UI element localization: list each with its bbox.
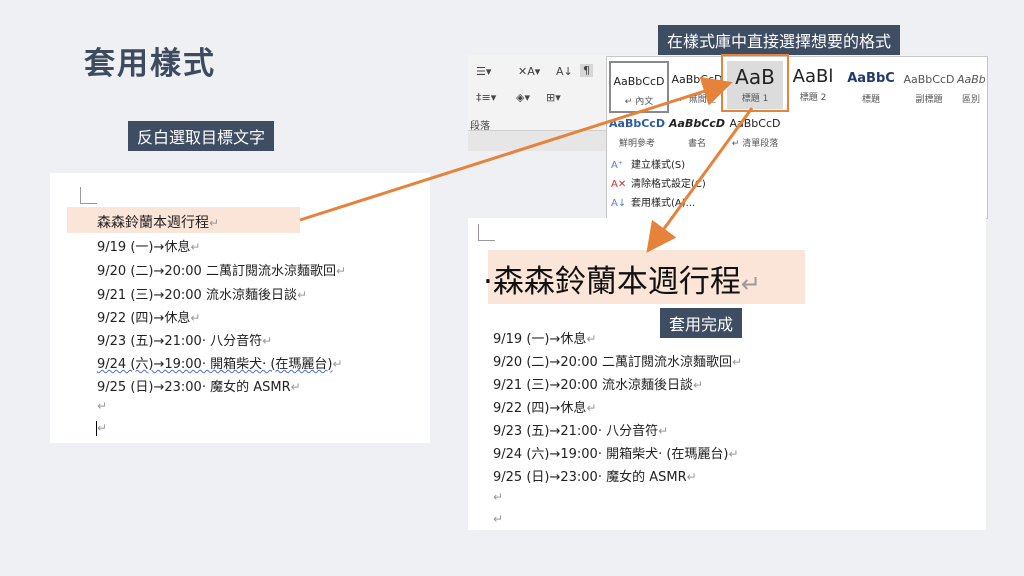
arrow-to-result: [646, 107, 754, 253]
callout-arrows: [299, 76, 754, 253]
arrow-to-heading1: [299, 76, 733, 222]
